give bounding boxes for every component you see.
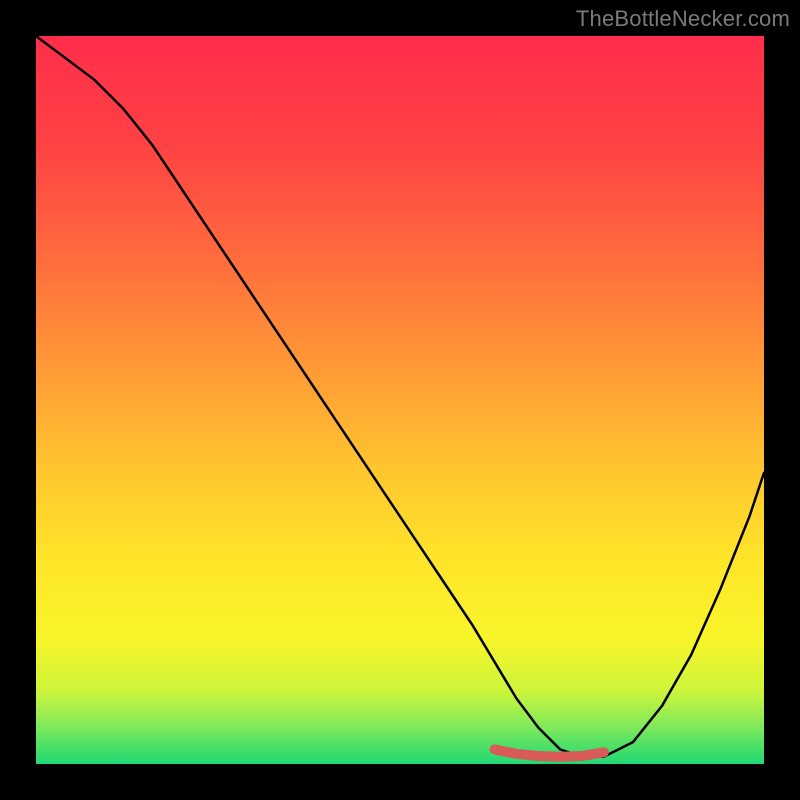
- gradient-background: [36, 36, 764, 764]
- watermark-text: TheBottleNecker.com: [576, 6, 790, 32]
- bottleneck-chart: [36, 36, 764, 764]
- chart-frame: [36, 36, 764, 764]
